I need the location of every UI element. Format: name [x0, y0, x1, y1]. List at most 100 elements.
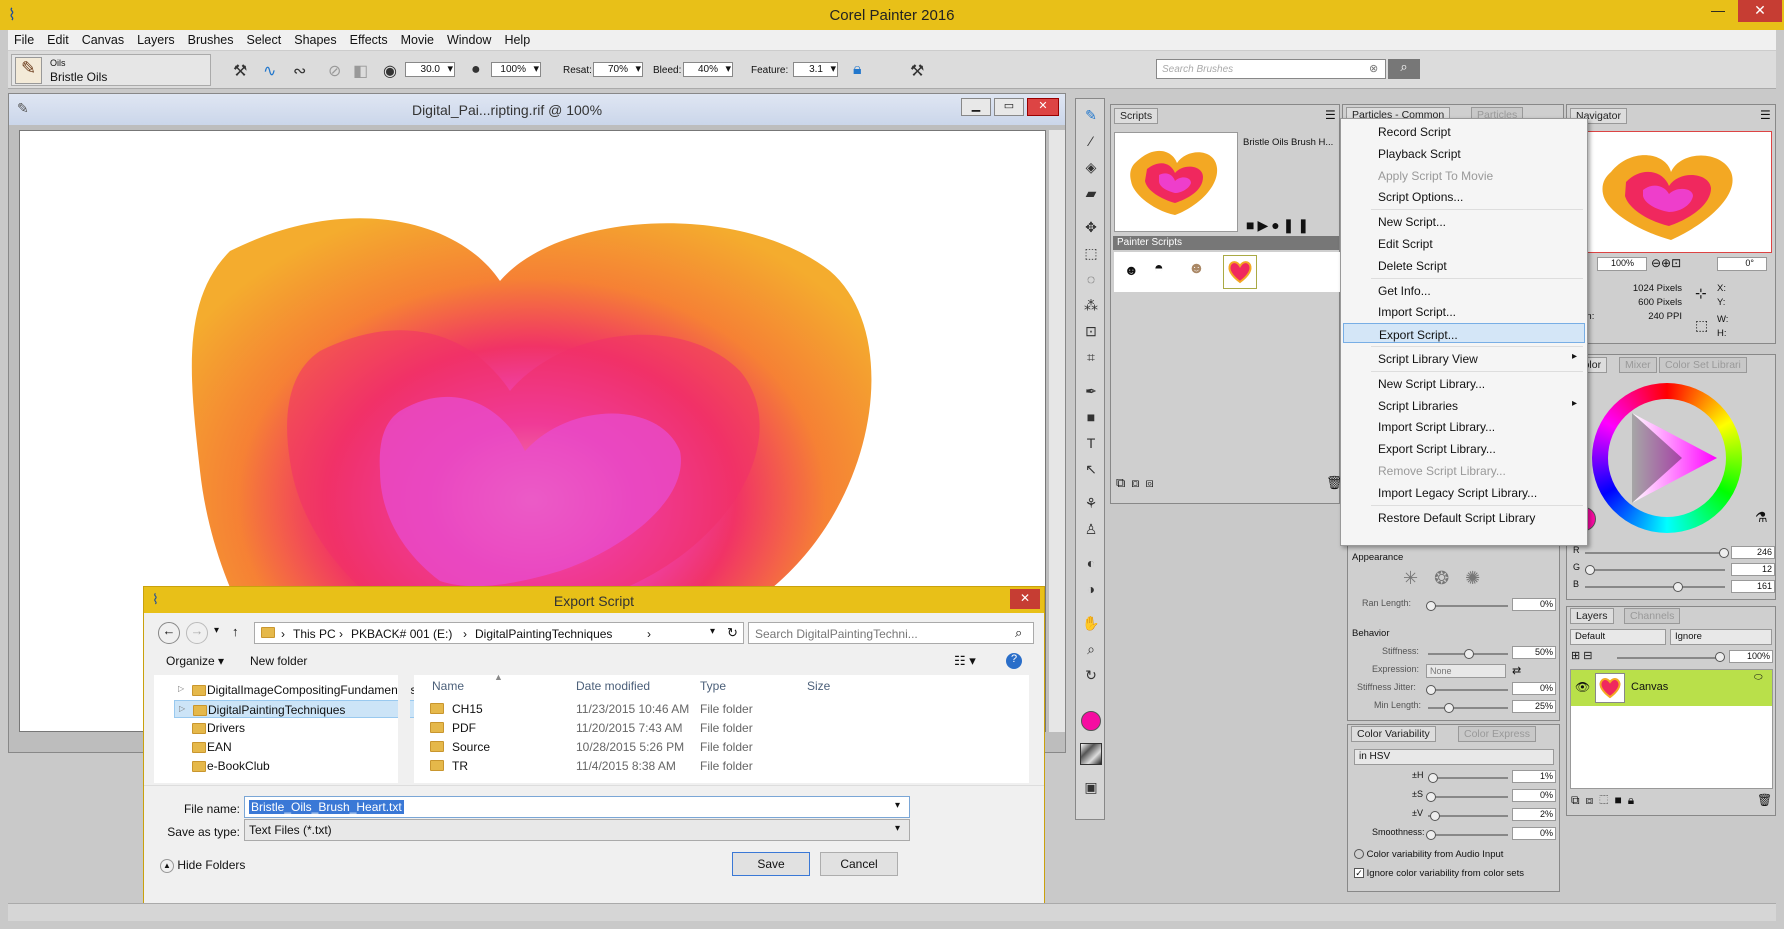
file-row[interactable]: TR 11/4/2015 8:38 AM File folder — [424, 756, 994, 776]
tab-color-expression[interactable]: Color Express — [1458, 726, 1536, 742]
magic-wand-icon[interactable]: ⁂ — [1082, 297, 1100, 315]
cancel-button[interactable]: Cancel — [820, 852, 898, 876]
zoom-controls-icon[interactable]: ⊖⊕⊡ — [1651, 256, 1681, 270]
layer-footer-buttons[interactable]: ⧉⧈⬚■🔒︎ — [1571, 793, 1640, 808]
breadcrumb-this-pc[interactable]: This PC — [293, 627, 336, 641]
stiffness-value[interactable]: 50% — [1512, 646, 1556, 659]
menu-file[interactable]: File — [8, 30, 41, 50]
organize-button[interactable]: Organize ▾ — [166, 654, 224, 668]
menu-item-record-script[interactable]: Record Script — [1343, 121, 1585, 141]
tab-color-set-libraries[interactable]: Color Set Librari — [1659, 357, 1747, 373]
menu-window[interactable]: Window — [441, 30, 498, 50]
script-item-heart[interactable] — [1223, 255, 1257, 289]
menu-help[interactable]: Help — [498, 30, 537, 50]
menu-select[interactable]: Select — [240, 30, 288, 50]
variability-mode-select[interactable]: in HSV — [1354, 749, 1554, 765]
menu-item-restore-default-script-library[interactable]: Restore Default Script Library — [1343, 507, 1585, 527]
menu-item-import-legacy-script-library[interactable]: Import Legacy Script Library... — [1343, 482, 1585, 502]
dialog-search-icon[interactable]: ⌕ — [1015, 625, 1022, 641]
navigator-rotation-field[interactable]: 0° — [1717, 257, 1767, 271]
brush-tool-icon[interactable]: ✎ — [1082, 107, 1100, 125]
pen-tool-icon[interactable]: ✒ — [1082, 383, 1100, 401]
paper-selector-icon[interactable] — [1080, 743, 1102, 765]
r-slider[interactable]: R 246 — [1573, 545, 1775, 561]
menu-item-remove-script-library[interactable]: Remove Script Library... — [1343, 460, 1585, 480]
smoothness-value[interactable]: 0% — [1512, 827, 1556, 840]
refresh-icon[interactable]: ↻ — [727, 625, 738, 641]
view-options-icon[interactable]: ☷ ▾ — [954, 653, 976, 669]
size-field[interactable]: 30.0 — [405, 62, 455, 77]
script-item-2[interactable]: ◓ — [1154, 260, 1164, 278]
forward-button[interactable]: → — [186, 622, 208, 644]
h-variability-slider[interactable]: ±H 1% — [1352, 770, 1557, 786]
dropper-tool-icon[interactable]: ⁄ — [1082, 133, 1100, 151]
menu-effects[interactable]: Effects — [344, 30, 395, 50]
paint-bucket-icon[interactable]: ◈ — [1082, 159, 1100, 177]
script-item-3[interactable]: ☻ — [1188, 260, 1205, 278]
opacity-field[interactable]: 100% — [491, 62, 541, 77]
brush-options-icon[interactable]: ⚒ — [910, 61, 924, 81]
particle-type-icons[interactable]: ✳❂✺ — [1403, 568, 1496, 589]
menu-item-export-script[interactable]: Export Script... — [1343, 323, 1585, 344]
file-row[interactable]: PDF 11/20/2015 7:43 AM File folder — [424, 718, 994, 738]
delete-layer-icon[interactable]: 🗑︎ — [1757, 793, 1772, 807]
menu-item-import-script[interactable]: Import Script... — [1343, 301, 1585, 321]
expand-arrow-icon[interactable]: ▷ — [179, 704, 185, 713]
rotate-page-icon[interactable]: ↻ — [1082, 667, 1100, 685]
dialog-search-field[interactable]: Search DigitalPaintingTechni... ⌕ — [748, 622, 1034, 644]
menu-canvas[interactable]: Canvas — [76, 30, 131, 50]
dab-icon[interactable]: ◧ — [353, 61, 368, 81]
address-bar[interactable]: › This PC › PKBACK# 001 (E:) › DigitalPa… — [254, 622, 744, 644]
stroke-attr-icon[interactable]: ⊘ — [328, 61, 341, 81]
r-value[interactable]: 246 — [1731, 546, 1775, 559]
save-button[interactable]: Save — [732, 852, 810, 876]
s-value[interactable]: 0% — [1512, 789, 1556, 802]
column-type[interactable]: Type — [700, 679, 726, 693]
layer-opacity-value[interactable]: 100% — [1729, 650, 1773, 663]
hide-folders-button[interactable]: ▲ Hide Folders — [160, 858, 245, 873]
rectangle-shape-icon[interactable]: ■ — [1082, 409, 1100, 427]
menu-item-playback-script[interactable]: Playback Script — [1343, 143, 1585, 163]
column-size[interactable]: Size — [807, 679, 830, 693]
save-type-select[interactable]: Text Files (*.txt) ▾ — [244, 819, 910, 841]
reset-tool-icon[interactable]: ⚒ — [233, 61, 247, 81]
menu-movie[interactable]: Movie — [395, 30, 441, 50]
file-row[interactable]: CH15 11/23/2015 10:46 AM File folder — [424, 699, 994, 719]
layer-options-icon[interactable]: ⬭ — [1754, 672, 1763, 683]
help-icon[interactable]: ? — [1006, 653, 1022, 669]
audio-toggle-icon[interactable] — [1354, 849, 1364, 860]
layer-lock-icons[interactable]: ⊞⊟ — [1571, 649, 1595, 662]
scripts-footer-buttons[interactable]: ⧉⧈⧇ — [1116, 475, 1160, 491]
move-tool-icon[interactable]: ✥ — [1082, 219, 1100, 237]
file-row[interactable]: Source 10/28/2015 5:26 PM File folder — [424, 737, 994, 757]
layer-row-canvas[interactable]: 👁︎ Canvas ⬭ — [1571, 670, 1772, 706]
expand-arrow-icon[interactable]: ▷ — [178, 684, 184, 693]
menu-item-script-library-view[interactable]: Script Library View ▸ — [1343, 348, 1585, 368]
tree-item[interactable]: EAN — [174, 738, 424, 756]
stiffness-jitter-value[interactable]: 0% — [1512, 682, 1556, 695]
file-name-field[interactable]: Bristle_Oils_Brush_Heart.txt ▾ — [244, 796, 910, 818]
menu-brushes[interactable]: Brushes — [182, 30, 241, 50]
composite-method-select[interactable]: Default — [1570, 629, 1666, 645]
doc-minimize-button[interactable]: ▁ — [961, 98, 991, 116]
menu-item-edit-script[interactable]: Edit Script — [1343, 233, 1585, 253]
new-folder-button[interactable]: New folder — [250, 654, 307, 668]
ignore-checkbox[interactable]: ✓ — [1354, 868, 1364, 879]
menu-layers[interactable]: Layers — [131, 30, 182, 50]
script-transport-controls[interactable]: ■▶●❚❚ — [1246, 217, 1312, 234]
main-color-swatch[interactable] — [1081, 711, 1101, 731]
doc-close-button[interactable]: ✕ — [1027, 98, 1059, 116]
menu-item-new-script[interactable]: New Script... — [1343, 211, 1585, 231]
expression-select[interactable]: None — [1426, 664, 1506, 678]
panel-options-icon[interactable]: ☰ — [1325, 108, 1336, 122]
crop-icon[interactable]: ⌗ — [1082, 349, 1100, 367]
menu-item-delete-script[interactable]: Delete Script — [1343, 255, 1585, 275]
menu-shapes[interactable]: Shapes — [288, 30, 343, 50]
straight-stroke-icon[interactable]: ∾ — [293, 61, 306, 81]
v-value[interactable]: 2% — [1512, 808, 1556, 821]
menu-item-import-script-library[interactable]: Import Script Library... — [1343, 416, 1585, 436]
dialog-close-button[interactable]: ✕ — [1010, 589, 1040, 609]
cloner-icon[interactable]: ⚘ — [1082, 495, 1100, 513]
column-date-modified[interactable]: Date modified — [576, 679, 650, 693]
rect-select-icon[interactable]: ⬚ — [1082, 245, 1100, 263]
